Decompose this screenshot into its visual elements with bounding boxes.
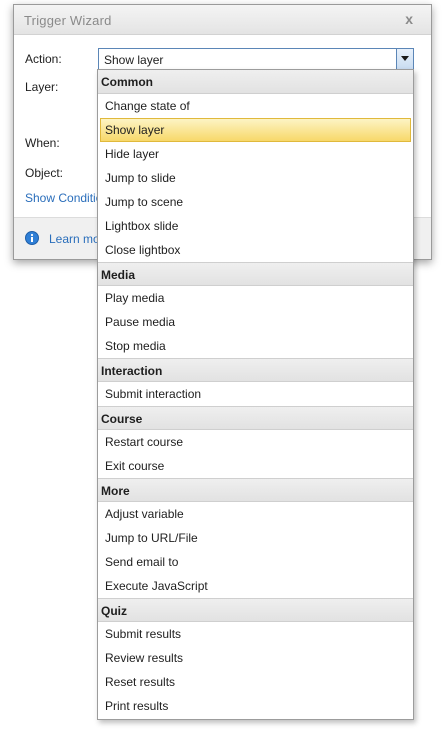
dropdown-group-header: Quiz [98,598,413,622]
dropdown-option[interactable]: Pause media [100,310,411,334]
dropdown-option[interactable]: Show layer [100,118,411,142]
object-label: Object: [25,166,64,180]
dropdown-option[interactable]: Submit interaction [100,382,411,406]
dropdown-group-header: Course [98,406,413,430]
dropdown-option[interactable]: Exit course [100,454,411,478]
layer-label: Layer: [25,80,59,94]
dropdown-option[interactable]: Hide layer [100,142,411,166]
dropdown-option[interactable]: Change state of [100,94,411,118]
dropdown-option[interactable]: Reset results [100,670,411,694]
dropdown-option[interactable]: Jump to URL/File [100,526,411,550]
learn-more-link[interactable]: Learn mor [49,232,104,246]
dropdown-option[interactable]: Play media [100,286,411,310]
when-label: When: [25,136,60,150]
action-select[interactable]: Show layer [98,48,414,70]
dropdown-option[interactable]: Print results [100,694,411,718]
info-icon [25,231,39,245]
action-select-value: Show layer [104,53,164,67]
dropdown-option[interactable]: Submit results [100,622,411,646]
dropdown-group-header: Interaction [98,358,413,382]
dropdown-group-header: Common [98,70,413,94]
close-icon[interactable]: x [405,11,413,27]
dropdown-option[interactable]: Lightbox slide [100,214,411,238]
dialog-title: Trigger Wizard [24,13,112,28]
action-label: Action: [25,52,62,66]
dropdown-option[interactable]: Restart course [100,430,411,454]
action-dropdown-button[interactable] [396,49,413,69]
action-dropdown-list[interactable]: Common Change state of Show layer Hide laye… [97,69,414,720]
dropdown-option[interactable]: Send email to [100,550,411,574]
dropdown-group-header: More [98,478,413,502]
dropdown-option[interactable]: Close lightbox [100,238,411,262]
dropdown-option[interactable]: Review results [100,646,411,670]
dropdown-option[interactable]: Jump to scene [100,190,411,214]
dropdown-group-header: Media [98,262,413,286]
dropdown-option[interactable]: Execute JavaScript [100,574,411,598]
dropdown-option[interactable]: Jump to slide [100,166,411,190]
chevron-down-icon [401,56,409,61]
dropdown-option[interactable]: Stop media [100,334,411,358]
title-bar: Trigger Wizard x [14,5,431,35]
dropdown-option[interactable]: Adjust variable [100,502,411,526]
